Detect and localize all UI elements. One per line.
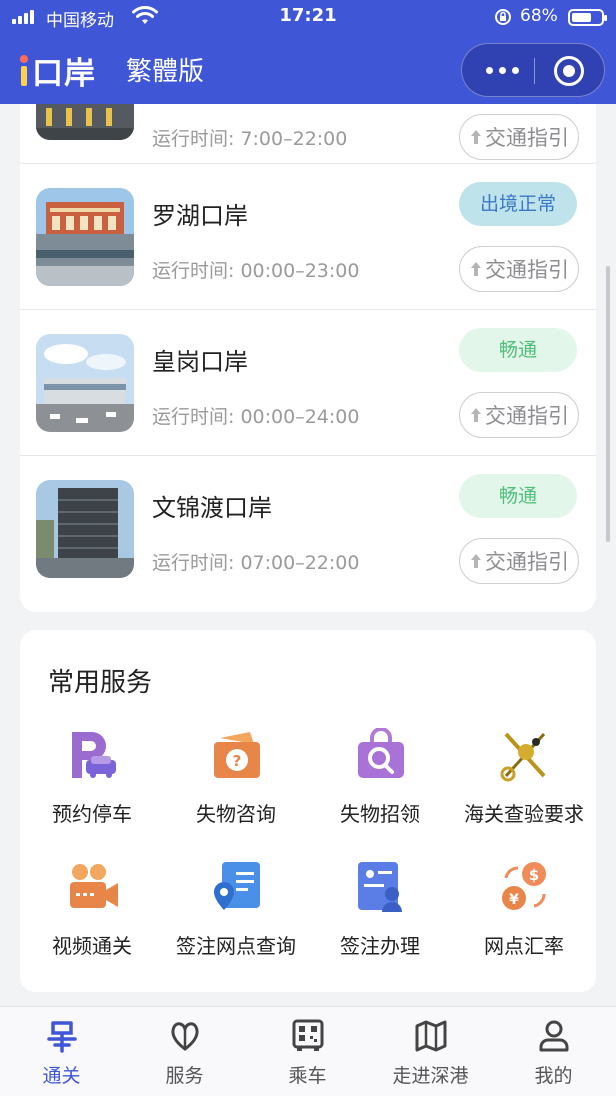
port-item-luohu[interactable]: 罗湖口岸 运行时间: 00:00–23:00 出境正常 交通指引 <box>20 164 596 310</box>
service-parking-reservation[interactable]: 预约停车 <box>20 728 164 848</box>
port-thumbnail <box>36 104 134 140</box>
arrow-up-icon <box>471 130 481 144</box>
port-status-badge: 出境正常 <box>459 182 577 226</box>
bus-qr-icon <box>292 1019 324 1051</box>
service-label: 签注办理 <box>340 934 420 958</box>
arrow-up-icon <box>471 554 481 568</box>
services-title: 常用服务 <box>48 668 153 698</box>
port-thumbnail <box>36 480 134 578</box>
service-video-clearance[interactable]: 视频通关 <box>20 860 164 980</box>
port-hours: 运行时间: 00:00–24:00 <box>152 406 360 428</box>
arrow-up-icon <box>471 408 481 422</box>
tab-ride[interactable]: 乘车 <box>246 1007 369 1096</box>
service-label: 预约停车 <box>52 802 132 826</box>
tab-label: 乘车 <box>288 1065 327 1087</box>
logo-i-mark <box>18 53 30 87</box>
tab-label: 通关 <box>42 1065 81 1087</box>
profile-icon <box>539 1020 569 1052</box>
status-bar: 中国移动 17:21 68% <box>0 0 616 36</box>
port-item-wenjindu[interactable]: 文锦渡口岸 运行时间: 07:00–22:00 畅通 交通指引 <box>20 456 596 602</box>
visa-apply-icon <box>358 862 402 912</box>
service-label: 视频通关 <box>52 934 132 958</box>
port-hours: 运行时间: 07:00–22:00 <box>152 552 360 574</box>
service-lost-and-found[interactable]: 失物招领 <box>308 728 452 848</box>
tab-label: 我的 <box>534 1065 573 1087</box>
service-outlet-exchange-rate[interactable]: $ ¥ 网点汇率 <box>452 860 596 980</box>
scrollbar[interactable] <box>606 266 610 542</box>
tab-mine[interactable]: 我的 <box>492 1007 615 1096</box>
traffic-guide-label: 交通指引 <box>485 258 569 282</box>
service-label: 失物咨询 <box>196 802 276 826</box>
port-hours: 运行时间: 00:00–23:00 <box>152 260 360 282</box>
service-label: 签注网点查询 <box>176 934 296 958</box>
svg-text:?: ? <box>233 752 242 770</box>
port-item-huanggang[interactable]: 皇岗口岸 运行时间: 00:00–24:00 畅通 交通指引 <box>20 310 596 456</box>
port-name: 皇岗口岸 <box>152 348 248 376</box>
parking-icon <box>72 732 116 778</box>
top-bar: 中国移动 17:21 68% 口岸 繁體版 <box>0 0 616 104</box>
service-label: 网点汇率 <box>484 934 564 958</box>
battery-icon <box>568 9 607 26</box>
traffic-guide-button[interactable]: 交通指引 <box>459 246 579 292</box>
video-camera-icon <box>70 864 118 908</box>
more-options-icon[interactable] <box>482 58 522 82</box>
tab-label: 走进深港 <box>392 1065 469 1087</box>
lost-found-icon <box>358 728 404 778</box>
customs-emblem-icon <box>500 732 546 782</box>
common-services-card: 常用服务 预约停车 ? 失物咨询 失物招领 海关查验要求 视频通关 签注网点查询… <box>20 630 596 992</box>
service-lost-inquiry[interactable]: ? 失物咨询 <box>164 728 308 848</box>
svg-text:$: $ <box>529 866 539 884</box>
close-miniprogram-icon[interactable] <box>554 56 584 86</box>
battery-percent: 68% <box>520 6 558 26</box>
port-list-card: 运行时间: 7:00–22:00 交通指引 罗湖口岸 运行时间: 00:00–2… <box>20 104 596 612</box>
logo-text: 口岸 <box>32 55 96 92</box>
traditional-chinese-toggle[interactable]: 繁體版 <box>126 51 204 88</box>
tab-explore[interactable]: 走进深港 <box>369 1007 492 1096</box>
traffic-guide-button[interactable]: 交通指引 <box>459 114 579 160</box>
traffic-guide-label: 交通指引 <box>485 550 569 574</box>
visa-location-icon <box>214 862 260 910</box>
service-visa-outlet-query[interactable]: 签注网点查询 <box>164 860 308 980</box>
bottom-tab-bar: 通关 服务 乘车 走进深港 我的 <box>0 1006 616 1096</box>
port-item[interactable]: 运行时间: 7:00–22:00 交通指引 <box>20 104 596 164</box>
service-label: 失物招领 <box>340 802 420 826</box>
traffic-guide-button[interactable]: 交通指引 <box>459 538 579 584</box>
service-icon <box>171 1022 199 1051</box>
port-hours: 运行时间: 7:00–22:00 <box>152 128 348 150</box>
tab-service[interactable]: 服务 <box>123 1007 246 1096</box>
miniprogram-capsule <box>461 43 605 97</box>
exchange-rate-icon: $ ¥ <box>502 862 546 910</box>
rotation-lock-icon <box>495 9 511 25</box>
port-thumbnail <box>36 188 134 286</box>
app-logo: 口岸 <box>18 50 96 92</box>
port-status-badge: 畅通 <box>459 474 577 518</box>
port-name: 文锦渡口岸 <box>152 494 272 522</box>
capsule-divider <box>534 58 535 84</box>
traffic-guide-label: 交通指引 <box>485 126 569 150</box>
traffic-guide-button[interactable]: 交通指引 <box>459 392 579 438</box>
port-thumbnail <box>36 334 134 432</box>
service-visa-processing[interactable]: 签注办理 <box>308 860 452 980</box>
service-label: 海关查验要求 <box>464 802 584 826</box>
lost-inquiry-icon: ? <box>214 732 260 778</box>
clearance-icon <box>47 1021 77 1053</box>
arrow-up-icon <box>471 262 481 276</box>
map-icon <box>415 1020 447 1052</box>
tab-label: 服务 <box>165 1065 204 1087</box>
service-customs-inspection[interactable]: 海关查验要求 <box>452 728 596 848</box>
port-name: 罗湖口岸 <box>152 202 248 230</box>
traffic-guide-label: 交通指引 <box>485 404 569 428</box>
tab-clearance[interactable]: 通关 <box>0 1007 123 1096</box>
port-status-badge: 畅通 <box>459 328 577 372</box>
svg-text:¥: ¥ <box>509 892 519 908</box>
